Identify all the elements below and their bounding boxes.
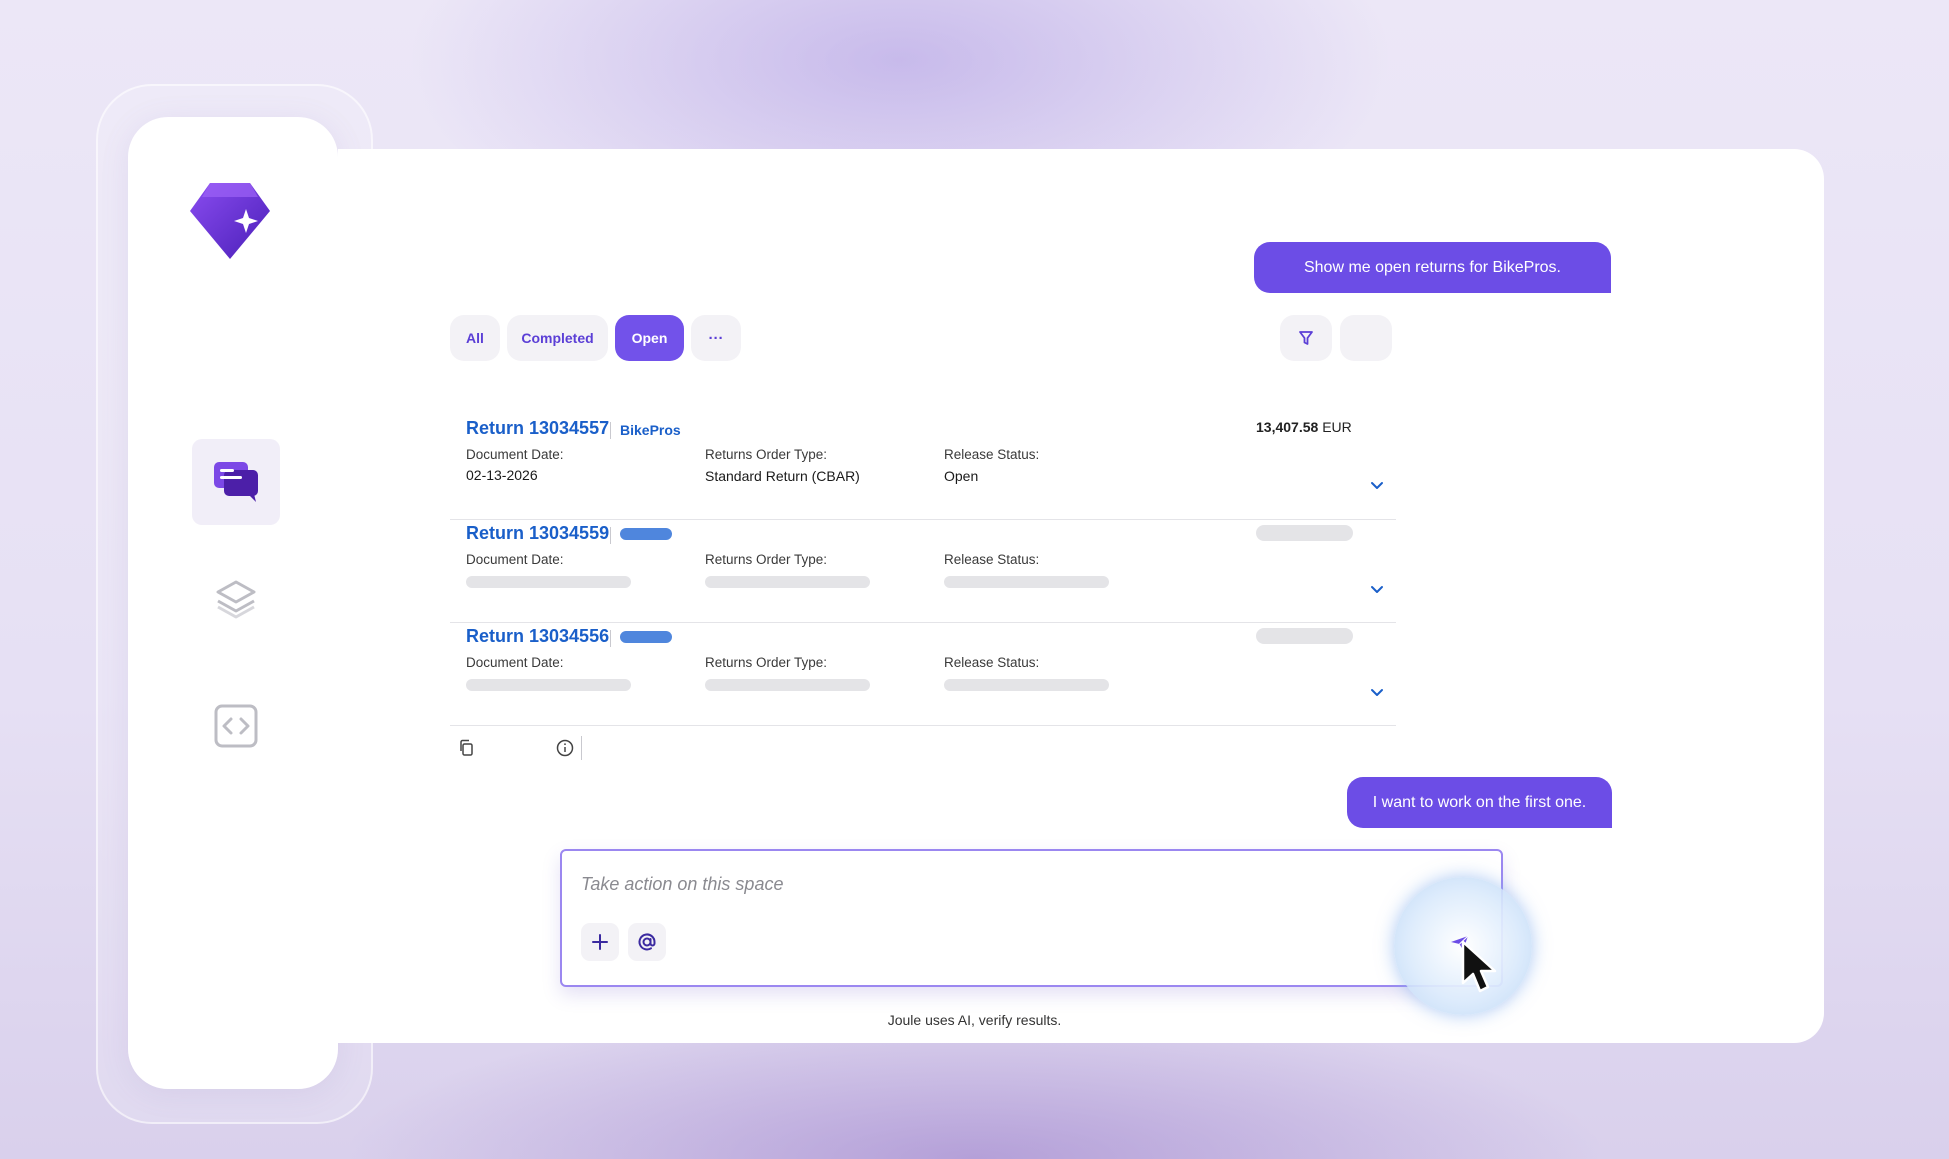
loading-placeholder — [944, 576, 1109, 588]
customer-loading-pill — [620, 528, 672, 540]
amount-currency: EUR — [1322, 419, 1352, 435]
toolbar-divider — [581, 736, 582, 760]
loading-placeholder — [705, 679, 870, 691]
ai-disclaimer: Joule uses AI, verify results. — [887, 1012, 1062, 1028]
at-sign-icon — [638, 933, 656, 951]
layers-icon — [216, 580, 256, 619]
return-title[interactable]: Return 13034556 — [466, 626, 609, 647]
tab-completed[interactable]: Completed — [507, 315, 608, 361]
add-attachment-button[interactable] — [581, 923, 619, 961]
code-brackets-icon — [214, 704, 258, 748]
plus-icon — [592, 934, 608, 950]
release-status-label: Release Status: — [944, 655, 1040, 670]
user-message: I want to work on the first one. — [1347, 777, 1612, 828]
amount-value: 13,407.58 — [1256, 419, 1319, 435]
user-message: Show me open returns for BikePros. — [1254, 242, 1611, 293]
sort-button[interactable] — [1340, 315, 1392, 361]
return-row[interactable]: Return 13034557 BikePros Document Date: … — [450, 418, 1396, 520]
joule-diamond-logo — [190, 183, 270, 259]
loading-placeholder — [466, 679, 631, 691]
chevron-down-icon[interactable] — [1370, 481, 1384, 491]
send-button[interactable] — [1394, 877, 1532, 1015]
loading-placeholder — [466, 576, 631, 588]
copy-icon[interactable] — [459, 739, 475, 757]
composer-input[interactable]: Take action on this space — [581, 874, 783, 895]
tab-open[interactable]: Open — [615, 315, 684, 361]
returns-order-type-label: Returns Order Type: — [705, 655, 828, 670]
customer-link[interactable]: BikePros — [620, 422, 681, 438]
sidebar — [128, 117, 338, 1089]
sidebar-item-chat[interactable] — [192, 439, 280, 525]
chevron-down-icon[interactable] — [1370, 585, 1384, 595]
returns-order-type-label: Returns Order Type: — [705, 447, 828, 462]
loading-placeholder — [705, 576, 870, 588]
tab-more[interactable]: ··· — [691, 315, 741, 361]
return-row[interactable]: Return 13034559 Document Date: Returns O… — [450, 523, 1396, 623]
document-date-label: Document Date: — [466, 655, 564, 670]
loading-placeholder — [944, 679, 1109, 691]
sidebar-item-layers[interactable] — [192, 556, 280, 642]
mouse-cursor-icon — [1461, 940, 1497, 993]
document-date-value: 02-13-2026 — [466, 467, 538, 483]
amount-loading-placeholder — [1256, 628, 1353, 644]
title-separator — [610, 630, 611, 647]
document-date-label: Document Date: — [466, 552, 564, 567]
message-composer[interactable]: Take action on this space — [560, 849, 1503, 987]
title-separator — [610, 527, 611, 544]
info-icon[interactable] — [556, 739, 574, 757]
chat-bubbles-icon — [214, 462, 258, 502]
filter-icon — [1299, 331, 1313, 345]
returns-order-type-value: Standard Return (CBAR) — [705, 468, 860, 484]
release-status-label: Release Status: — [944, 447, 1040, 462]
filter-tabs: All Completed Open ··· — [450, 315, 741, 361]
release-status-label: Release Status: — [944, 552, 1040, 567]
return-row[interactable]: Return 13034556 Document Date: Returns O… — [450, 626, 1396, 726]
customer-loading-pill — [620, 631, 672, 643]
returns-order-type-label: Returns Order Type: — [705, 552, 828, 567]
chevron-down-icon[interactable] — [1370, 688, 1384, 698]
release-status-value: Open — [944, 468, 979, 484]
filter-button[interactable] — [1280, 315, 1332, 361]
document-date-label: Document Date: — [466, 447, 564, 462]
amount: 13,407.58 EUR — [1256, 419, 1352, 435]
title-separator — [610, 422, 611, 439]
sidebar-item-code[interactable] — [192, 683, 280, 769]
mention-button[interactable] — [628, 923, 666, 961]
return-title[interactable]: Return 13034559 — [466, 523, 609, 544]
return-title[interactable]: Return 13034557 — [466, 418, 609, 439]
amount-loading-placeholder — [1256, 525, 1353, 541]
tab-all[interactable]: All — [450, 315, 500, 361]
